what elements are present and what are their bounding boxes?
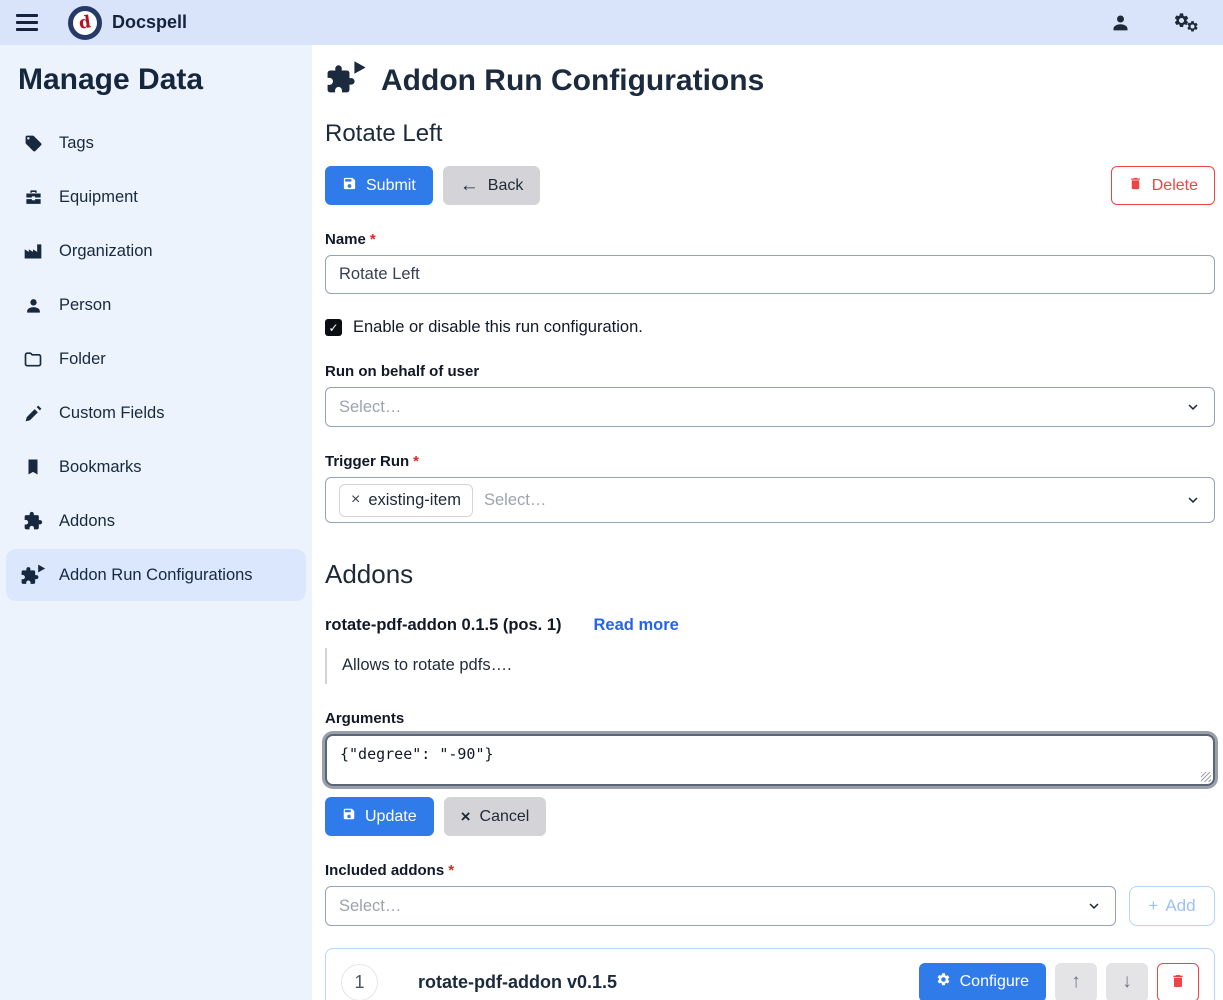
back-button[interactable]: ← Back (443, 166, 541, 205)
main-content: Addon Run Configurations Rotate Left Sub… (312, 45, 1223, 1000)
sidebar: Manage Data Tags Equipment Organization … (0, 45, 312, 1000)
sidebar-item-label: Addon Run Configurations (59, 566, 253, 585)
bookmark-icon (22, 456, 44, 478)
equipment-icon (22, 186, 44, 208)
page-title: Addon Run Configurations (381, 64, 764, 98)
trash-icon (1170, 973, 1186, 992)
cancel-label: Cancel (480, 808, 530, 826)
position-badge: 1 (341, 964, 378, 1000)
person-icon (22, 294, 44, 316)
chip-label: existing-item (368, 491, 461, 510)
config-name-heading: Rotate Left (325, 120, 1215, 148)
included-placeholder: Select… (339, 897, 401, 916)
move-up-button[interactable]: ↑ (1055, 963, 1097, 1000)
close-icon: × (461, 808, 471, 825)
run-behalf-select[interactable]: Select… (325, 387, 1215, 427)
sidebar-item-organization[interactable]: Organization (6, 225, 306, 277)
update-button[interactable]: Update (325, 797, 434, 836)
sidebar-item-label: Addons (59, 512, 115, 531)
save-icon (342, 807, 356, 826)
top-navbar: d Docspell (0, 0, 1223, 45)
puzzle-run-icon (22, 564, 44, 586)
arrow-down-icon: ↓ (1122, 971, 1132, 993)
delete-button[interactable]: Delete (1111, 166, 1215, 205)
puzzle-icon (22, 510, 44, 532)
sidebar-item-label: Bookmarks (59, 458, 142, 477)
trigger-run-select[interactable]: × existing-item Select… (325, 477, 1215, 523)
configure-label: Configure (960, 973, 1029, 991)
sidebar-item-bookmarks[interactable]: Bookmarks (6, 441, 306, 493)
add-addon-button[interactable]: + Add (1129, 886, 1215, 926)
submit-button[interactable]: Submit (325, 166, 433, 205)
trash-icon (1128, 176, 1143, 196)
tag-icon (22, 132, 44, 154)
delete-label: Delete (1152, 177, 1198, 195)
included-addons-select[interactable]: Select… (325, 886, 1116, 926)
gear-icon (936, 972, 951, 992)
menu-hamburger-icon[interactable] (16, 14, 38, 31)
name-field-label: Name* (325, 231, 1215, 248)
sidebar-item-equipment[interactable]: Equipment (6, 171, 306, 223)
included-addon-card: 1 rotate-pdf-addon v0.1.5 Configure ↑ ↓ (325, 948, 1215, 1000)
back-label: Back (488, 177, 524, 195)
trigger-run-label: Trigger Run* (325, 453, 1215, 470)
app-title[interactable]: Docspell (112, 12, 187, 33)
run-behalf-placeholder: Select… (339, 398, 401, 417)
chevron-down-icon (1184, 398, 1202, 416)
sidebar-item-label: Folder (59, 350, 106, 369)
folder-icon (22, 348, 44, 370)
enable-checkbox[interactable]: ✓ (325, 319, 342, 336)
read-more-link[interactable]: Read more (594, 616, 679, 635)
configure-button[interactable]: Configure (919, 963, 1046, 1000)
settings-cogs-icon[interactable] (1173, 12, 1199, 33)
required-marker: * (448, 862, 454, 879)
sidebar-title: Manage Data (0, 57, 312, 97)
trigger-chip-existing-item: × existing-item (339, 484, 473, 517)
enable-checkbox-label: Enable or disable this run configuration… (353, 318, 643, 337)
sidebar-item-label: Custom Fields (59, 404, 164, 423)
plus-icon: + (1148, 896, 1158, 916)
arguments-textarea[interactable]: {"degree": "-90"} (325, 734, 1215, 786)
organization-icon (22, 240, 44, 262)
submit-label: Submit (366, 177, 416, 195)
trigger-placeholder: Select… (484, 491, 546, 510)
name-input[interactable] (325, 255, 1215, 294)
docspell-logo[interactable]: d (68, 6, 102, 40)
sidebar-item-person[interactable]: Person (6, 279, 306, 331)
required-marker: * (370, 231, 376, 248)
cancel-button[interactable]: × Cancel (444, 797, 547, 836)
chip-remove-icon[interactable]: × (351, 492, 360, 508)
sidebar-item-label: Person (59, 296, 111, 315)
arguments-label: Arguments (325, 710, 1215, 727)
included-addons-label: Included addons* (325, 862, 1215, 879)
textarea-resize-handle[interactable] (1201, 772, 1211, 782)
sidebar-item-label: Organization (59, 242, 153, 261)
required-marker: * (413, 453, 419, 470)
sidebar-item-addons[interactable]: Addons (6, 495, 306, 547)
remove-addon-button[interactable] (1157, 963, 1199, 1000)
add-label: Add (1165, 896, 1195, 916)
user-account-icon[interactable] (1110, 12, 1131, 33)
chevron-down-icon (1085, 897, 1103, 915)
addon-run-config-icon (325, 61, 367, 100)
run-behalf-label: Run on behalf of user (325, 363, 1215, 380)
back-arrow-icon: ← (460, 176, 479, 195)
pen-icon (22, 402, 44, 424)
logo-letter: d (78, 12, 93, 33)
sidebar-item-tags[interactable]: Tags (6, 117, 306, 169)
update-label: Update (365, 808, 417, 826)
move-down-button[interactable]: ↓ (1106, 963, 1148, 1000)
addon-description: Allows to rotate pdfs…. (325, 648, 1215, 684)
chevron-down-icon (1184, 491, 1202, 509)
sidebar-item-addon-run-configurations[interactable]: Addon Run Configurations (6, 549, 306, 601)
sidebar-item-label: Equipment (59, 188, 138, 207)
addon-title: rotate-pdf-addon 0.1.5 (pos. 1) (325, 616, 562, 635)
save-icon (342, 176, 357, 196)
addons-section-heading: Addons (325, 559, 1215, 590)
sidebar-item-folder[interactable]: Folder (6, 333, 306, 385)
sidebar-item-custom-fields[interactable]: Custom Fields (6, 387, 306, 439)
arrow-up-icon: ↑ (1071, 971, 1081, 993)
sidebar-item-label: Tags (59, 134, 94, 153)
included-addon-name: rotate-pdf-addon v0.1.5 (418, 972, 617, 993)
